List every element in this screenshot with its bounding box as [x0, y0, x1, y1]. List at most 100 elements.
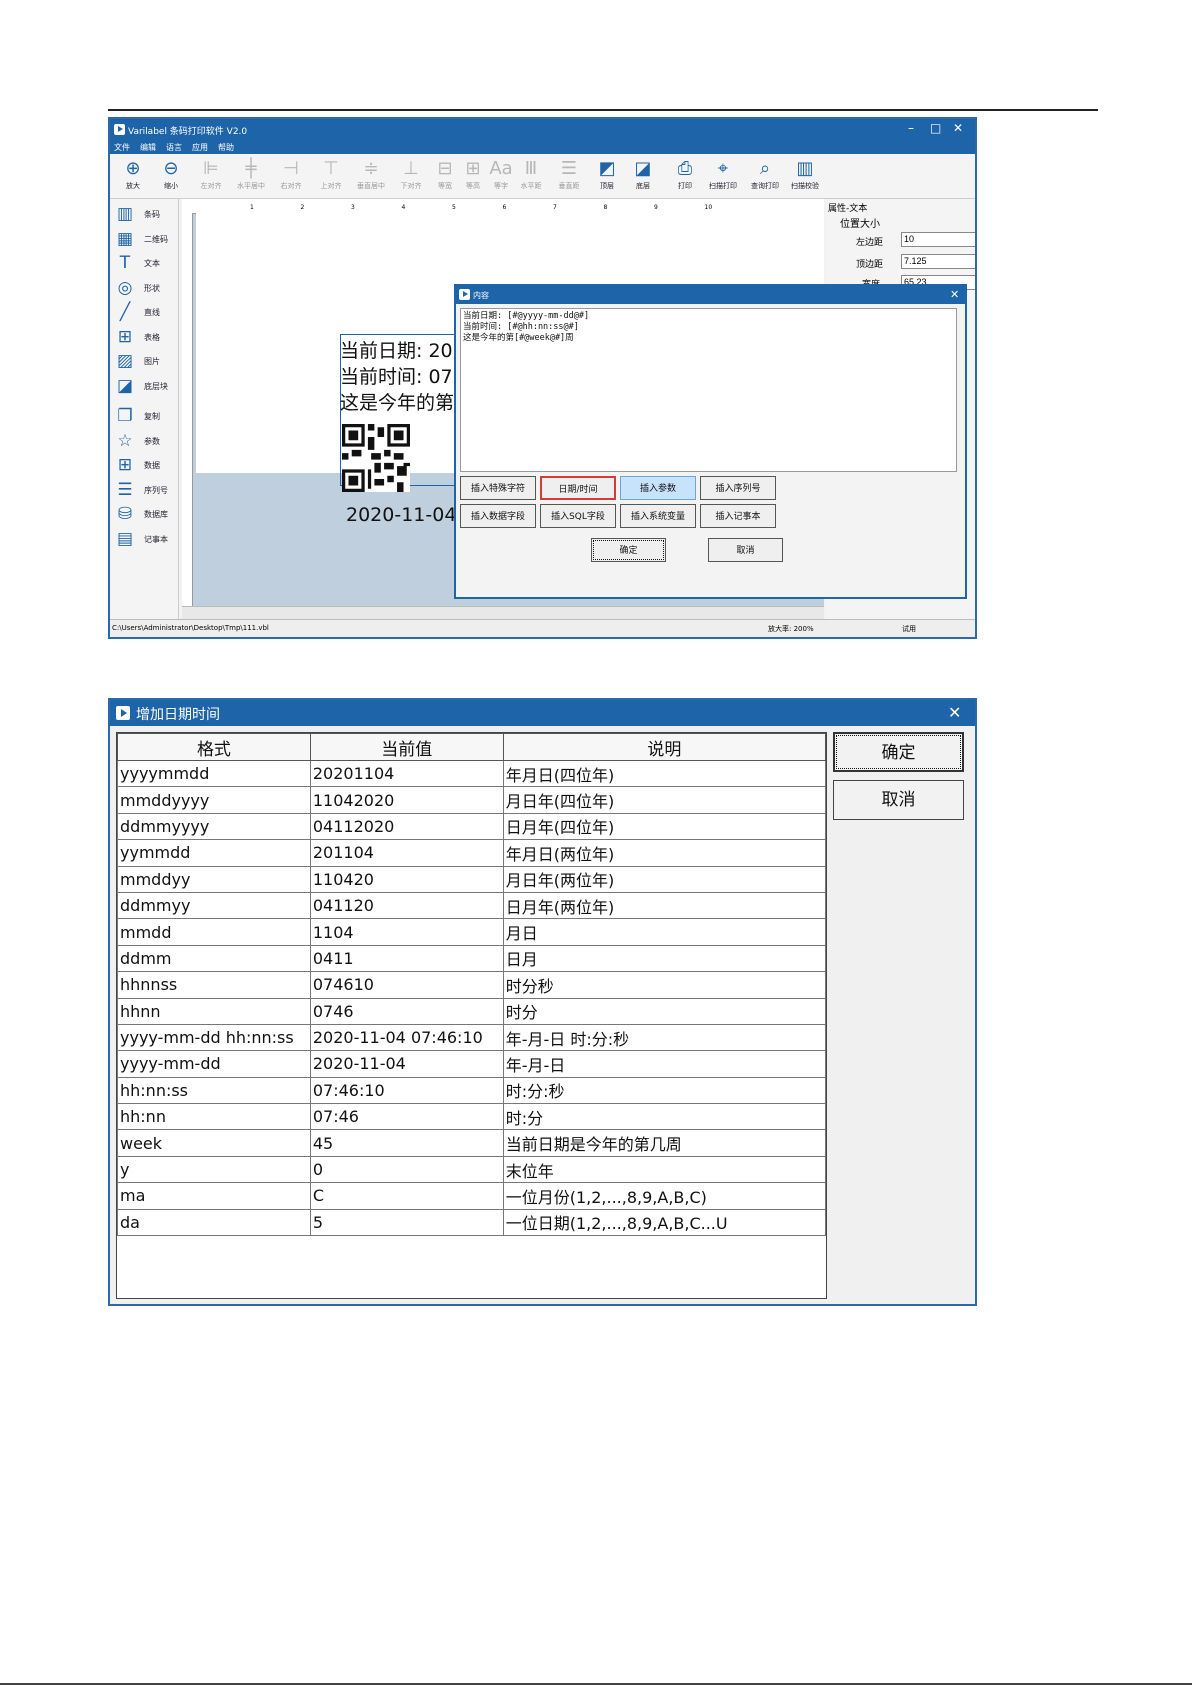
value-cell[interactable]: 110420: [309, 865, 504, 893]
table-row[interactable]: yyyy-mm-dd hh:nn:ss 2020-11-04 07:46:10 年-…: [117, 1023, 827, 1052]
toolbar-zoom-out-button[interactable]: ⊖ 缩小: [152, 157, 190, 191]
description-cell[interactable]: 年-月-日: [502, 1050, 827, 1078]
value-cell[interactable]: 041120: [309, 891, 504, 920]
table-row[interactable]: mmddyyyy 11042020 月日年(四位年): [117, 786, 827, 814]
menu-apply[interactable]: 应用: [192, 142, 208, 153]
value-cell[interactable]: 11042020: [309, 786, 504, 814]
value-cell[interactable]: 0: [309, 1155, 504, 1184]
close-icon[interactable]: ✕: [953, 121, 963, 135]
description-cell[interactable]: 时:分: [502, 1103, 827, 1131]
tool-line[interactable]: ╱ 直线: [114, 301, 178, 323]
datetime-cancel-button[interactable]: 取消: [833, 780, 964, 820]
format-cell[interactable]: yyyy-mm-dd hh:nn:ss: [117, 1023, 311, 1052]
format-cell[interactable]: da: [117, 1208, 311, 1237]
toolbar-align-bottom-button[interactable]: ⊥ 下对齐: [392, 157, 430, 191]
description-cell[interactable]: 一位日期(1,2,...,8,9,A,B,C...U: [502, 1208, 827, 1237]
value-cell[interactable]: 201104: [309, 839, 504, 867]
insert-param-button[interactable]: 插入参数: [620, 476, 696, 500]
table-row[interactable]: mmddyy 110420 月日年(两位年): [117, 865, 827, 893]
value-cell[interactable]: 04112020: [309, 812, 504, 841]
description-cell[interactable]: 年月日(四位年): [502, 759, 827, 788]
value-cell[interactable]: 2020-11-04: [309, 1050, 504, 1078]
description-cell[interactable]: 月日年(四位年): [502, 786, 827, 814]
col-header-description[interactable]: 说明: [502, 733, 827, 761]
format-cell[interactable]: yyyy-mm-dd: [117, 1050, 311, 1078]
format-cell[interactable]: mmddyyyy: [117, 786, 311, 814]
menu-file[interactable]: 文件: [114, 142, 130, 153]
format-cell[interactable]: mmdd: [117, 918, 311, 946]
format-cell[interactable]: yymmdd: [117, 839, 311, 867]
format-cell[interactable]: ddmm: [117, 944, 311, 973]
description-cell[interactable]: 月日: [502, 918, 827, 946]
insert-serial-button[interactable]: 插入序列号: [700, 476, 776, 500]
description-cell[interactable]: 年月日(两位年): [502, 839, 827, 867]
table-row[interactable]: ma C 一位月份(1,2,...,8,9,A,B,C): [117, 1182, 827, 1210]
col-header-current-value[interactable]: 当前值: [309, 733, 504, 761]
toolbar-send-back-button[interactable]: ◪ 底层: [624, 157, 662, 191]
description-cell[interactable]: 时分: [502, 997, 827, 1025]
value-cell[interactable]: 5: [309, 1208, 504, 1237]
tool-database[interactable]: ⛁ 数据库: [114, 503, 178, 525]
table-row[interactable]: yyyymmdd 20201104 年月日(四位年): [117, 759, 827, 788]
description-cell[interactable]: 当前日期是今年的第几周: [502, 1129, 827, 1157]
format-cell[interactable]: ddmmyy: [117, 891, 311, 920]
tool-serial[interactable]: ☰ 序列号: [114, 479, 178, 501]
table-row[interactable]: hhnn 0746 时分: [117, 997, 827, 1025]
tool-barcode[interactable]: ▥ 条码: [114, 203, 178, 225]
qrcode-element[interactable]: [342, 424, 410, 492]
toolbar-align-left-button[interactable]: ⊫ 左对齐: [192, 157, 230, 191]
format-cell[interactable]: yyyymmdd: [117, 759, 311, 788]
format-cell[interactable]: hh:nn: [117, 1103, 311, 1131]
value-cell[interactable]: 20201104: [309, 759, 504, 788]
text-dialog-ok-button[interactable]: 确定: [591, 538, 666, 562]
date-time-button[interactable]: 日期/时间: [540, 476, 616, 500]
col-header-format[interactable]: 格式: [117, 733, 311, 761]
tool-block[interactable]: ◪ 底层块: [114, 375, 178, 397]
description-cell[interactable]: 一位月份(1,2,...,8,9,A,B,C): [502, 1182, 827, 1210]
format-cell[interactable]: hhnn: [117, 997, 311, 1025]
toolbar-bring-front-button[interactable]: ◩ 顶层: [588, 157, 626, 191]
value-cell[interactable]: 45: [309, 1129, 504, 1157]
toolbar-print-button[interactable]: ⎙ 打印: [666, 157, 704, 191]
format-cell[interactable]: week: [117, 1129, 311, 1157]
value-cell[interactable]: 074610: [309, 971, 504, 999]
toolbar-v-spacing-button[interactable]: ☰ 垂直距: [550, 157, 588, 191]
left-margin-input[interactable]: [901, 232, 975, 247]
format-cell[interactable]: ddmmyyyy: [117, 812, 311, 841]
toolbar-scan-print-button[interactable]: ⌖ 扫描打印: [704, 157, 742, 191]
format-cell[interactable]: hhnnss: [117, 971, 311, 999]
insert-sql-field-button[interactable]: 插入SQL字段: [540, 504, 616, 528]
description-cell[interactable]: 日月年(四位年): [502, 812, 827, 841]
datetime-dialog-close-icon[interactable]: ✕: [948, 703, 961, 722]
text-dialog-close-icon[interactable]: ✕: [950, 288, 959, 301]
datetime-ok-button[interactable]: 确定: [833, 732, 964, 772]
tool-shape[interactable]: ◎ 形状: [114, 277, 178, 299]
table-row[interactable]: week 45 当前日期是今年的第几周: [117, 1129, 827, 1157]
description-cell[interactable]: 日月: [502, 944, 827, 973]
insert-system-var-button[interactable]: 插入系统变量: [620, 504, 696, 528]
horizontal-scrollbar[interactable]: [182, 606, 824, 619]
minimize-icon[interactable]: –: [908, 121, 914, 135]
value-cell[interactable]: 2020-11-04 07:46:10: [309, 1023, 504, 1052]
format-cell[interactable]: hh:nn:ss: [117, 1076, 311, 1105]
maximize-icon[interactable]: □: [930, 121, 941, 135]
table-row[interactable]: da 5 一位日期(1,2,...,8,9,A,B,C...U: [117, 1208, 827, 1237]
tool-notepad[interactable]: ▤ 记事本: [114, 528, 178, 550]
toolbar-scan-verify-button[interactable]: ▥ 扫描校验: [786, 157, 824, 191]
tool-star[interactable]: ☆ 参数: [114, 430, 178, 452]
insert-data-field-button[interactable]: 插入数据字段: [460, 504, 536, 528]
description-cell[interactable]: 时:分:秒: [502, 1076, 827, 1105]
value-cell[interactable]: C: [309, 1182, 504, 1210]
table-row[interactable]: ddmm 0411 日月: [117, 944, 827, 973]
tool-image[interactable]: ▨ 图片: [114, 350, 178, 372]
value-cell[interactable]: 1104: [309, 918, 504, 946]
description-cell[interactable]: 月日年(两位年): [502, 865, 827, 893]
toolbar-align-vcenter-button[interactable]: ≑ 垂直居中: [352, 157, 390, 191]
menu-language[interactable]: 语言: [166, 142, 182, 153]
format-cell[interactable]: y: [117, 1155, 311, 1184]
value-cell[interactable]: 0411: [309, 944, 504, 973]
toolbar-h-spacing-button[interactable]: Ⅲ 水平距: [512, 157, 550, 191]
toolbar-query-print-button[interactable]: ⌕ 查询打印: [746, 157, 784, 191]
text-dialog-cancel-button[interactable]: 取消: [708, 538, 783, 562]
insert-notepad-button[interactable]: 插入记事本: [700, 504, 776, 528]
